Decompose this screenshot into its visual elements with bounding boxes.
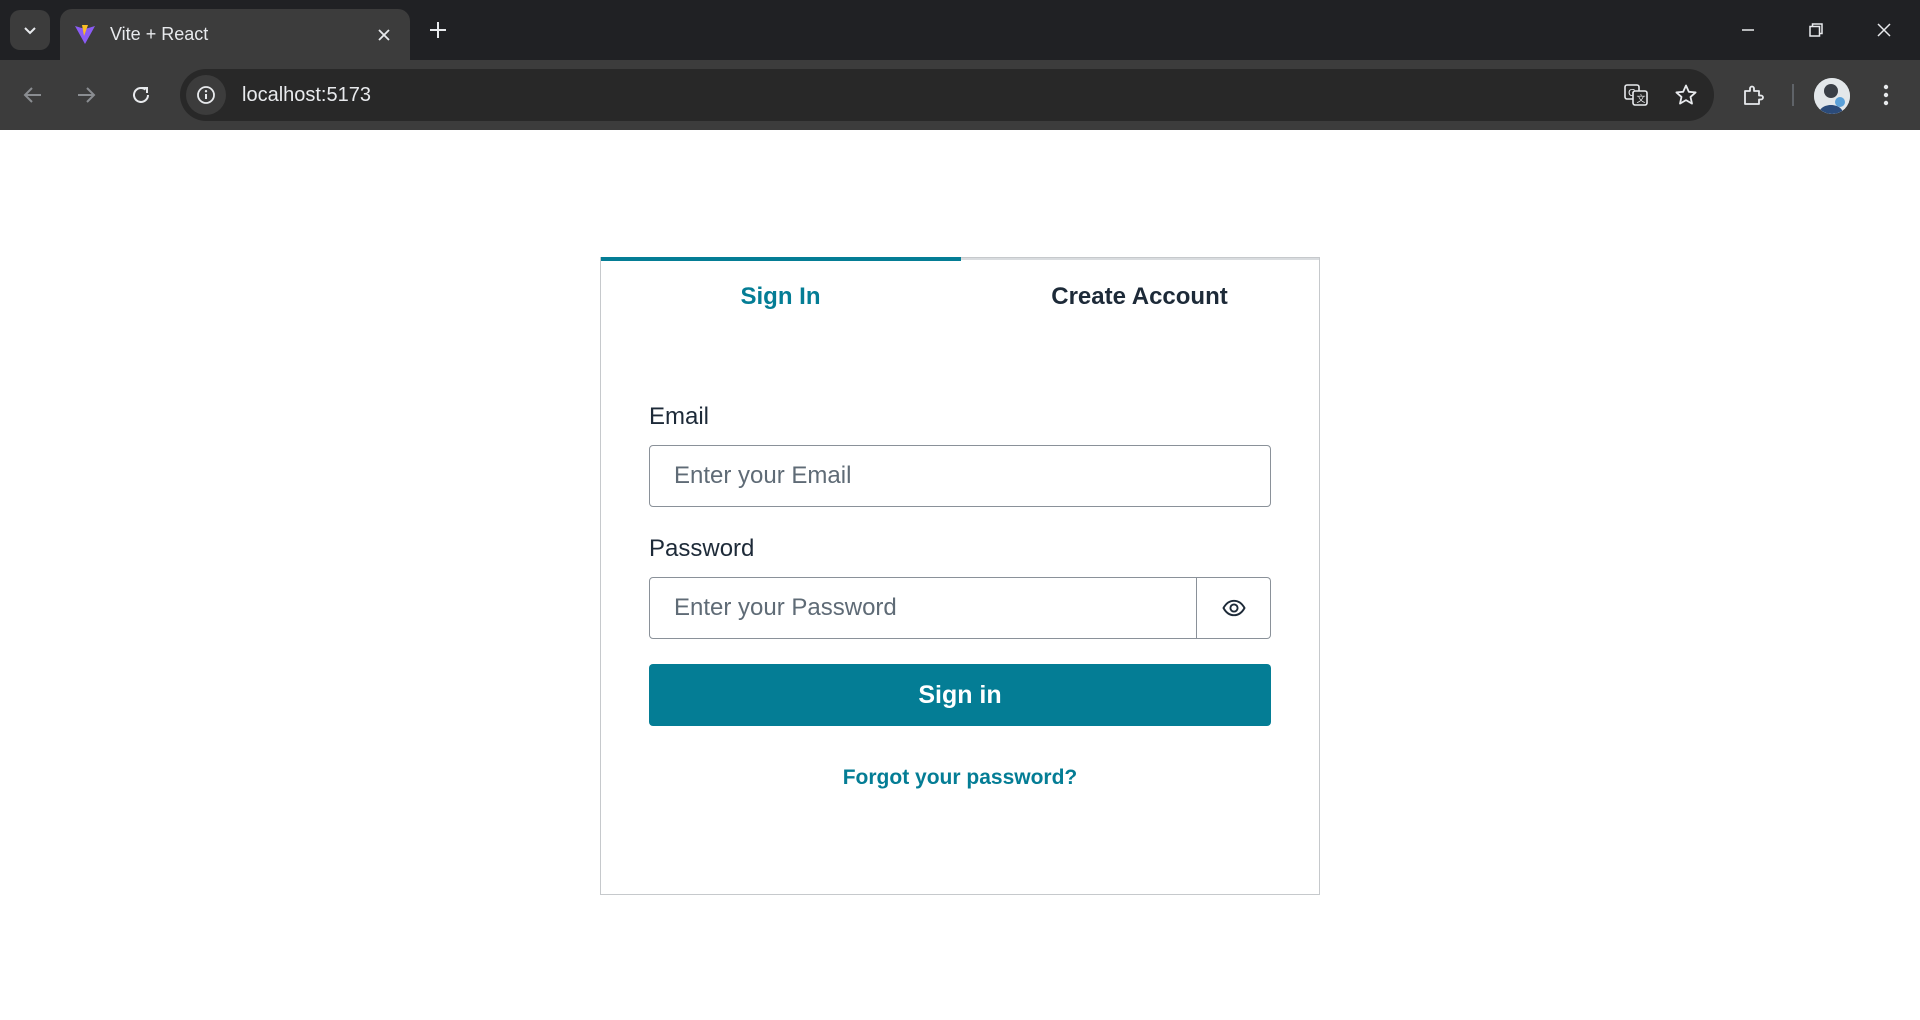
toolbar-divider <box>1792 84 1794 106</box>
sign-in-button[interactable]: Sign in <box>649 664 1271 726</box>
reload-icon <box>133 86 149 103</box>
email-placeholder: Enter your Email <box>674 462 852 489</box>
tab-create-account[interactable]: Create Account <box>960 260 1319 338</box>
password-label: Password <box>649 535 755 562</box>
eye-icon <box>1221 599 1246 617</box>
password-placeholder: Enter your Password <box>674 594 897 621</box>
password-field[interactable]: Enter your Password <box>649 577 1197 639</box>
browser-tab[interactable]: Vite + React <box>60 9 410 60</box>
close-icon[interactable] <box>370 21 398 49</box>
new-tab-button[interactable] <box>420 12 456 48</box>
translate-icon[interactable]: G文 <box>1614 73 1658 117</box>
auth-card: Sign In Create Account Email Enter your … <box>600 257 1320 895</box>
show-password-button[interactable] <box>1197 577 1271 639</box>
active-tab-indicator <box>601 257 961 261</box>
browser-tabstrip: Vite + React <box>0 0 1920 60</box>
svg-text:文: 文 <box>1637 93 1646 105</box>
forward-icon <box>78 87 96 103</box>
more-menu-icon[interactable] <box>1865 74 1907 116</box>
site-info-icon[interactable] <box>186 75 226 115</box>
browser-toolbar: localhost:5173 G文 <box>0 60 1920 130</box>
forward-button[interactable] <box>65 74 107 116</box>
window-close-icon <box>1877 23 1891 37</box>
email-label: Email <box>649 403 710 430</box>
restore-button[interactable] <box>1782 0 1850 60</box>
sign-in-form: Email Enter your Email Password Enter yo… <box>649 403 1271 790</box>
address-bar[interactable]: localhost:5173 G文 <box>180 69 1714 121</box>
tab-title: Vite + React <box>110 24 209 44</box>
password-row: Enter your Password <box>649 577 1271 639</box>
window-close-button[interactable] <box>1850 0 1918 60</box>
forgot-password-link[interactable]: Forgot your password? <box>649 766 1271 790</box>
profile-avatar[interactable] <box>1814 78 1850 114</box>
tab-sign-in[interactable]: Sign In <box>601 260 960 338</box>
extensions-icon[interactable] <box>1732 74 1774 116</box>
star-icon[interactable] <box>1664 73 1708 117</box>
tab-search-button[interactable] <box>10 10 50 50</box>
auth-tabs: Sign In Create Account <box>601 257 1319 338</box>
vite-favicon-icon <box>72 22 98 48</box>
chevron-down-icon <box>24 27 36 35</box>
back-button[interactable] <box>12 74 54 116</box>
back-icon <box>23 87 41 103</box>
minimize-button[interactable] <box>1714 0 1782 60</box>
email-field[interactable]: Enter your Email <box>649 445 1271 507</box>
plus-icon <box>430 22 446 38</box>
url-text: localhost:5173 <box>242 83 371 106</box>
minimize-icon <box>1742 29 1754 31</box>
restore-icon <box>1809 23 1823 37</box>
reload-button[interactable] <box>120 74 162 116</box>
